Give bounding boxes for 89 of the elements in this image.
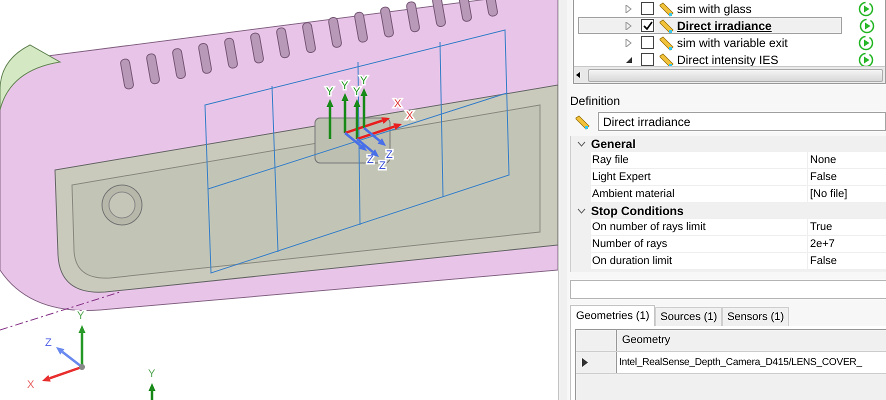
property-value[interactable]: 2e+7 [808,236,886,252]
tree-item-label: sim with glass [677,2,752,16]
vent-slot [354,11,369,44]
tree-item-label: Direct irradiance [677,18,772,32]
z-axis-arrow [356,138,379,157]
column-header[interactable]: Geometry [617,330,886,351]
origin-point [79,364,85,370]
axis-label: Z [45,337,52,349]
tree-item[interactable]: Direct intensity IES [578,51,885,66]
light-source-icon [658,0,674,16]
checkbox[interactable] [641,53,654,66]
light-source-icon [658,34,674,50]
vent-slot [458,0,473,22]
play-icon[interactable] [859,18,875,34]
property-name: Ambient material [591,186,808,202]
scroll-left-icon[interactable] [574,71,582,80]
expand-icon[interactable] [625,4,633,12]
vent-slot [120,58,135,90]
property-value[interactable]: False [808,253,886,270]
category-name: Stop Conditions [591,204,684,218]
axis-label: Z [367,154,374,166]
property-name: On duration limit [591,253,808,270]
property-value[interactable]: [No file] [808,186,886,202]
play-icon[interactable] [858,34,874,50]
light-source-icon [658,52,674,66]
y-axis-arrow [342,93,348,133]
tree-item-label: Direct intensity IES [677,52,778,66]
axis-label: X [406,110,414,122]
tab[interactable]: Sensors (1) [722,307,790,326]
axis-label: X [394,98,402,110]
play-icon[interactable] [858,52,874,66]
checkbox[interactable] [641,36,654,49]
row-header[interactable] [576,352,617,373]
light-source-icon [574,114,590,130]
name-field[interactable]: Direct irradiance [598,112,886,132]
x-axis-arrow [344,117,390,134]
tree-item-label: sim with variable exit [677,36,788,50]
tab[interactable]: Geometries (1) [570,305,656,326]
tab[interactable]: Sources (1) [655,307,722,326]
axis-label: Z [386,149,393,161]
section-title: Definition [570,94,622,108]
expand-icon[interactable] [625,38,633,46]
tree-item[interactable]: sim with glass [578,0,885,17]
light-source-icon [658,18,674,34]
x-axis-arrow [356,123,402,140]
axis-label: Y [326,86,334,98]
vent-slot [406,0,421,33]
axis-label: Y [341,80,348,92]
tree-item[interactable]: sim with variable exit [578,34,885,51]
vent-slot [224,37,239,70]
vent-slot [250,32,265,64]
lens-circle [102,184,142,226]
z-axis-arrow [363,127,386,146]
vent-slot [432,0,447,28]
x-axis-arrow [42,366,82,382]
vent-slot [302,22,317,54]
vent-slot [172,48,187,80]
property-value[interactable]: True [808,219,886,236]
checkbox[interactable] [641,19,654,32]
vent-slot [146,52,161,85]
vent-slot [380,6,395,38]
z-axis-arrow [56,347,83,368]
axis-label: Z [379,160,386,172]
horizontal-scrollbar[interactable] [574,66,885,84]
z-axis-arrow [344,132,367,151]
y-axis-arrow [78,325,86,367]
vent-slot [276,26,291,59]
y-axis-arrow [148,383,156,400]
play-icon[interactable] [858,0,874,16]
property-name: Ray file [591,152,808,168]
chevron-down-icon[interactable] [576,208,586,214]
category-name: General [591,137,636,152]
property-value[interactable]: False [808,169,886,186]
axis-label: Y [148,368,156,380]
checkbox[interactable] [641,2,654,15]
property-name: Number of rays [591,236,808,252]
property-name: On number of rays limit [591,219,808,236]
vent-slot [328,16,343,48]
collapse-icon[interactable] [625,56,633,64]
property-name: Light Expert [591,169,808,186]
table-cell-text: Intel_RealSense_Depth_Camera_D415/LENS_COVER_ [618,356,862,370]
y-axis-arrow [326,99,334,139]
axis-label: X [27,379,34,391]
vent-slot [198,42,213,74]
axis-label: Y [360,75,368,87]
property-value[interactable]: None [808,152,886,168]
vent-slot [484,0,499,18]
axis-label: Y [77,310,84,322]
chevron-down-icon[interactable] [576,141,586,148]
